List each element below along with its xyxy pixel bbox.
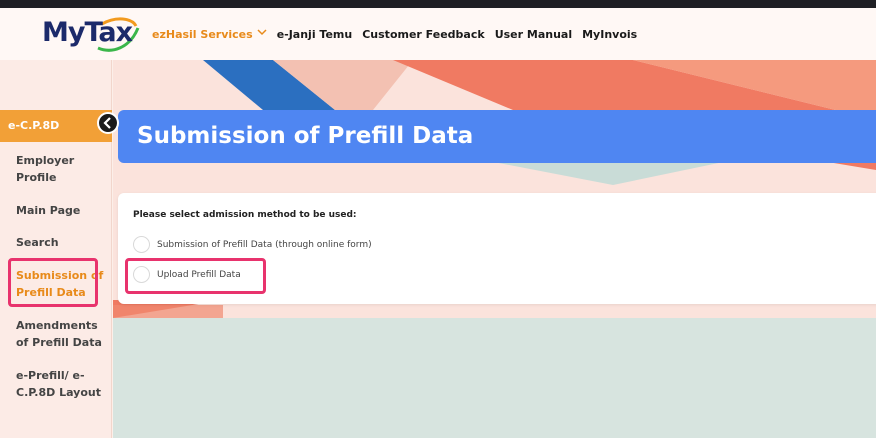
sidebar-item-search[interactable]: Search: [16, 234, 106, 251]
sidebar-item-main-page[interactable]: Main Page: [16, 202, 106, 219]
sidebar-heading: e-C.P.8D: [0, 110, 112, 142]
nav-ezhasil-services[interactable]: ezHasil Services: [152, 28, 267, 41]
nav-label: ezHasil Services: [152, 27, 253, 41]
main-nav: ezHasil Services e-Janji Temu Customer F…: [152, 8, 637, 60]
radio-online-form[interactable]: [133, 236, 150, 253]
nav-myinvois[interactable]: MyInvois: [582, 28, 637, 41]
logo-text: MyTax: [42, 17, 133, 48]
nav-user-manual[interactable]: User Manual: [495, 28, 572, 41]
option-online-form[interactable]: Submission of Prefill Data (through onli…: [133, 236, 372, 253]
nav-e-janji-temu[interactable]: e-Janji Temu: [277, 28, 353, 41]
site-header: MyTax ezHasil Services e-Janji Temu Cust…: [0, 8, 876, 60]
method-prompt: Please select admission method to be use…: [133, 210, 357, 220]
sidebar: e-C.P.8D Employer Profile Main Page Sear…: [0, 60, 112, 438]
option-highlight-box: [125, 258, 266, 294]
chevron-down-icon: [257, 29, 267, 39]
mytax-logo[interactable]: MyTax: [42, 14, 140, 54]
nav-customer-feedback[interactable]: Customer Feedback: [362, 28, 484, 41]
page-title: Submission of Prefill Data: [118, 110, 876, 163]
sidebar-item-e-prefill-layout[interactable]: e-Prefill/ e-C.P.8D Layout: [16, 367, 106, 401]
sidebar-item-employer-profile[interactable]: Employer Profile: [16, 152, 106, 186]
sidebar-highlight-box: [8, 258, 98, 307]
option-online-form-label: Submission of Prefill Data (through onli…: [157, 239, 372, 250]
sidebar-item-amendments-of-prefill-data[interactable]: Amendments of Prefill Data: [16, 317, 106, 351]
top-strip: [0, 0, 876, 8]
chevron-left-icon[interactable]: [97, 112, 119, 134]
